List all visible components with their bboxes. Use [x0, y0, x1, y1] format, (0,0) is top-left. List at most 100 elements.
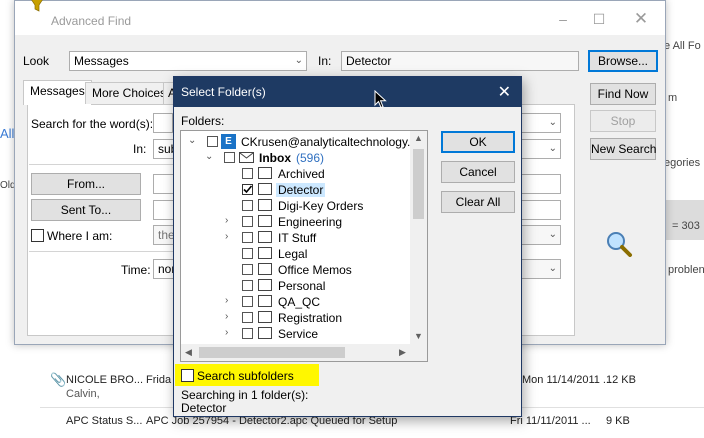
scroll-thumb[interactable] — [199, 347, 345, 358]
in-fields-dropdown[interactable]: ⌄ — [521, 139, 561, 159]
envelope-icon — [239, 152, 254, 163]
folder-label: Legal — [278, 247, 308, 261]
from-input[interactable] — [153, 174, 175, 194]
message-size: 12 KB — [606, 374, 636, 386]
bg-categories-fragment: egories — [664, 157, 701, 169]
folder-checkbox[interactable] — [207, 136, 218, 147]
tree-item-account[interactable]: ⌄ E CKrusen@analyticaltechnology.cc — [181, 134, 422, 150]
folder-checkbox[interactable] — [224, 152, 235, 163]
chevron-right-icon[interactable]: › — [225, 295, 228, 306]
inbox-unread-count: (596) — [296, 151, 325, 165]
in-fields-select[interactable]: subj — [153, 139, 175, 159]
look-select[interactable]: Messages ⌄ — [69, 51, 307, 71]
folder-icon — [258, 199, 272, 211]
chevron-down-icon[interactable]: ⌄ — [205, 151, 213, 162]
search-subfolders-checkbox[interactable] — [181, 369, 194, 382]
in-folder-field: Detector — [341, 51, 579, 71]
chevron-down-icon[interactable]: ⌄ — [188, 135, 196, 146]
paperclip-icon: 📎 — [50, 372, 67, 387]
bg-number-fragment: = 303 — [672, 220, 700, 232]
folder-icon — [258, 295, 272, 307]
scroll-left-icon[interactable]: ◀ — [185, 347, 192, 358]
folder-icon — [258, 279, 272, 291]
tree-item-inbox[interactable]: ⌄ Inbox (596) — [181, 150, 413, 166]
scrollbar-corner — [410, 344, 427, 361]
tab-messages[interactable]: Messages — [23, 80, 92, 105]
folder-checkbox[interactable] — [242, 248, 253, 259]
folder-checkbox[interactable] — [242, 296, 253, 307]
folder-label: Digi-Key Orders — [278, 199, 364, 213]
tree-item-archived[interactable]: Archived — [181, 166, 413, 182]
folder-checkbox[interactable] — [242, 328, 253, 339]
maximize-icon[interactable]: ☐ — [591, 11, 607, 27]
time-label: Time: — [121, 263, 151, 277]
tree-item-digi-key-orders[interactable]: Digi-Key Orders — [181, 198, 413, 214]
folder-checkbox[interactable] — [242, 232, 253, 243]
folder-icon — [258, 263, 272, 275]
stop-button: Stop — [590, 110, 656, 132]
sent-to-input-end — [521, 200, 561, 220]
message-size: 9 KB — [606, 415, 630, 427]
where-i-am-label: Where I am: — [47, 229, 113, 243]
cursor-icon — [374, 90, 387, 109]
tree-item-service[interactable]: › Service — [181, 326, 413, 342]
ok-button[interactable]: OK — [441, 131, 515, 153]
folder-checkbox[interactable] — [242, 184, 253, 195]
where-i-am-checkbox[interactable] — [31, 229, 44, 242]
chevron-right-icon[interactable]: › — [225, 215, 228, 226]
cancel-button[interactable]: Cancel — [441, 161, 515, 183]
tree-item-legal[interactable]: Legal — [181, 246, 413, 262]
browse-button[interactable]: Browse... — [588, 50, 658, 72]
search-words-dropdown[interactable]: ⌄ — [521, 113, 561, 133]
searching-label: Searching in 1 folder(s): — [181, 388, 309, 402]
new-search-button[interactable]: New Search — [590, 138, 656, 160]
time-range-dropdown: ⌄ — [521, 259, 561, 279]
folder-checkbox[interactable] — [242, 264, 253, 275]
tree-item-it-stuff[interactable]: › IT Stuff — [181, 230, 413, 246]
folder-checkbox[interactable] — [242, 280, 253, 291]
chevron-right-icon[interactable]: › — [225, 231, 228, 242]
folder-tree[interactable]: ⌄ E CKrusen@analyticaltechnology.cc ⌄ In… — [180, 130, 428, 362]
minimize-icon[interactable]: – — [555, 11, 571, 27]
time-select[interactable]: non — [153, 259, 175, 279]
scroll-right-icon[interactable]: ▶ — [399, 347, 406, 358]
in-folder-value: Detector — [346, 54, 392, 68]
search-words-input[interactable] — [153, 113, 173, 133]
folder-icon — [258, 167, 272, 179]
scroll-down-icon[interactable]: ▼ — [414, 331, 423, 341]
tree-item-registration[interactable]: › Registration — [181, 310, 413, 326]
search-subfolders-label: Search subfolders — [197, 369, 294, 383]
tab-more-choices[interactable]: More Choices — [85, 82, 174, 104]
folder-checkbox[interactable] — [242, 312, 253, 323]
searching-value: Detector — [181, 401, 227, 415]
tree-vertical-scrollbar[interactable]: ▲ ▼ — [410, 131, 427, 345]
from-button[interactable]: From... — [31, 173, 141, 195]
sent-to-button[interactable]: Sent To... — [31, 199, 141, 221]
folder-checkbox[interactable] — [242, 216, 253, 227]
sent-to-input[interactable] — [153, 200, 175, 220]
tree-item-personal[interactable]: Personal — [181, 278, 413, 294]
chevron-down-icon: ⌄ — [548, 143, 557, 154]
tree-horizontal-scrollbar[interactable]: ◀ ▶ — [181, 344, 412, 361]
folder-checkbox[interactable] — [242, 200, 253, 211]
bg-problem-fragment: problen — [668, 264, 704, 276]
tree-item-qa-qc[interactable]: › QA_QC — [181, 294, 413, 310]
dialog-title: Select Folder(s) — [181, 85, 266, 99]
chevron-right-icon[interactable]: › — [225, 327, 228, 338]
account-icon: E — [221, 134, 236, 149]
find-now-button[interactable]: Find Now — [590, 83, 656, 105]
search-words-label: Search for the word(s): — [31, 117, 154, 131]
scroll-thumb[interactable] — [413, 149, 424, 219]
chevron-right-icon[interactable]: › — [225, 311, 228, 322]
select-folder-dialog: Select Folder(s) ✕ Folders: ⌄ E CKrusen@… — [173, 76, 522, 417]
tree-item-engineering[interactable]: › Engineering — [181, 214, 413, 230]
folder-label: Detector — [276, 183, 326, 197]
from-input-end — [521, 174, 561, 194]
tree-item-office-memos[interactable]: Office Memos — [181, 262, 413, 278]
close-icon[interactable]: ✕ — [633, 10, 649, 27]
folder-checkbox[interactable] — [242, 168, 253, 179]
clear-all-button[interactable]: Clear All — [441, 191, 515, 213]
close-icon[interactable]: ✕ — [498, 82, 511, 102]
scroll-up-icon[interactable]: ▲ — [414, 133, 423, 143]
tree-item-detector[interactable]: Detector — [181, 182, 413, 198]
